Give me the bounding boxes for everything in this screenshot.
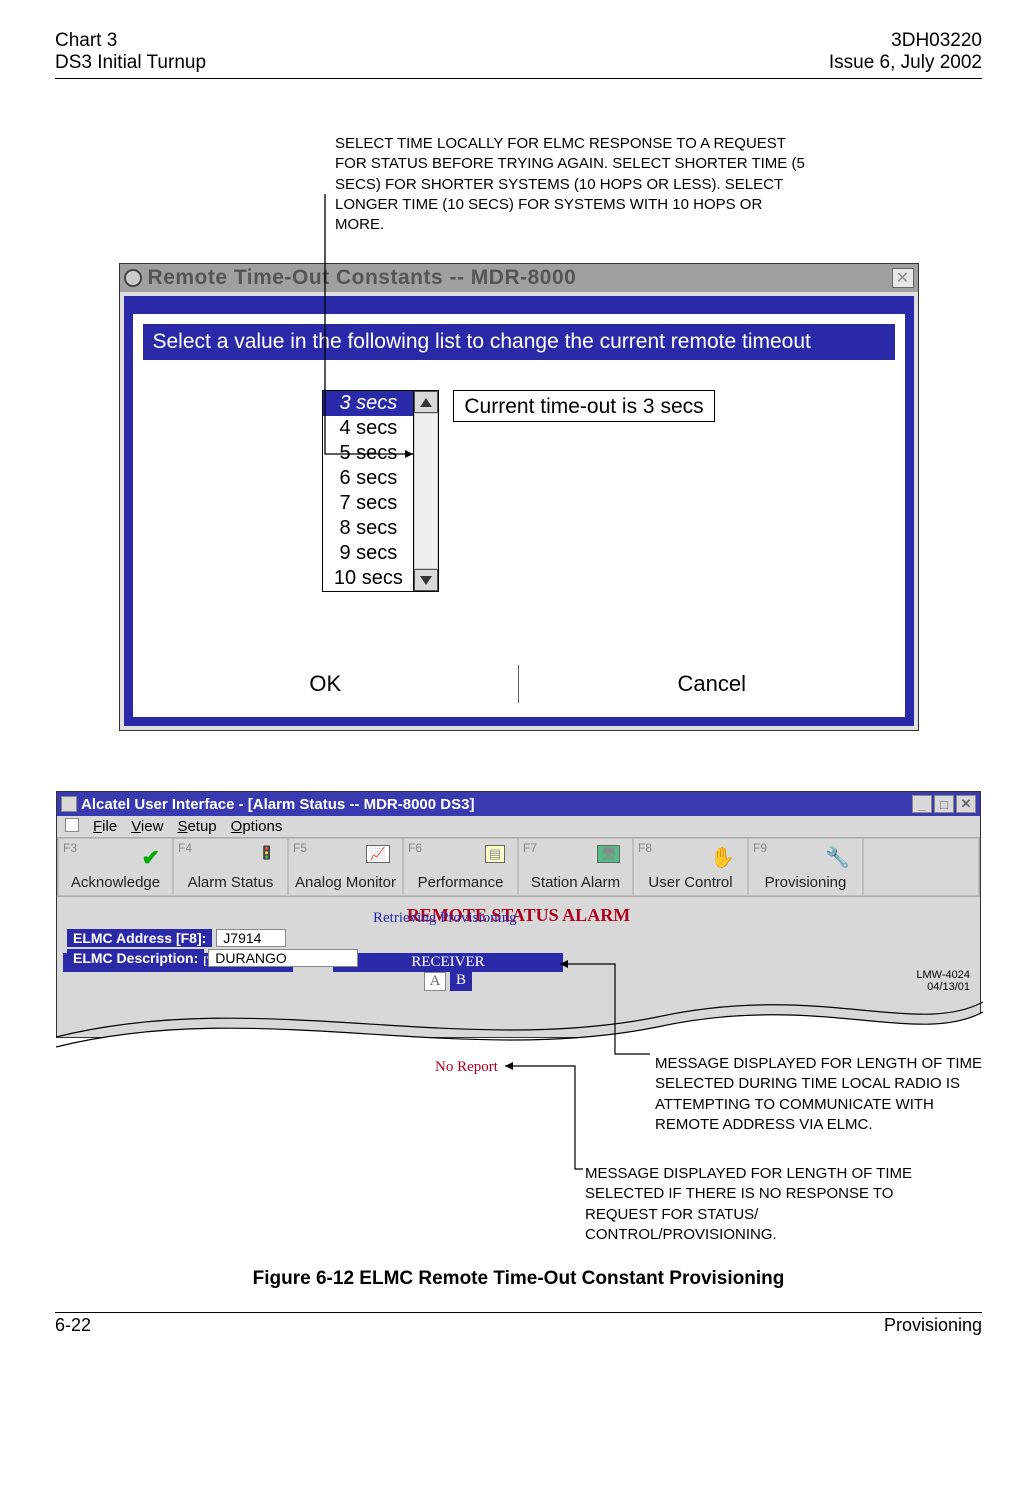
menu-options[interactable]: Options <box>231 818 283 835</box>
alcatel-title: Alcatel User Interface - [Alarm Status -… <box>81 796 474 813</box>
header-subtitle: DS3 Initial Turnup <box>55 52 206 74</box>
menu-view[interactable]: View <box>131 818 163 835</box>
timeout-option-7[interactable]: 7 secs <box>323 491 413 516</box>
traffic-light-icon: 🚦 <box>259 845 275 861</box>
tb-acknowledge[interactable]: F3 ✔ Acknowledge <box>58 838 173 896</box>
menu-setup[interactable]: Setup <box>177 818 216 835</box>
tb-station-alarm[interactable]: F7 🖥 Station Alarm <box>518 838 633 896</box>
page-footer: 6-22 Provisioning <box>55 1312 982 1336</box>
timeout-option-3[interactable]: 3 secs <box>323 391 413 416</box>
timeout-option-10[interactable]: 10 secs <box>323 566 413 591</box>
triangle-up-icon <box>420 398 432 407</box>
close-window-icon[interactable]: ✕ <box>956 795 976 813</box>
annotation-right: MESSAGE DISPLAYED FOR LENGTH OF TIME SEL… <box>655 1054 995 1135</box>
footer-page: 6-22 <box>55 1315 91 1336</box>
timeout-option-5[interactable]: 5 secs <box>323 441 413 466</box>
timeout-dialog-title: Remote Time-Out Constants -- MDR-8000 <box>148 266 892 290</box>
callout-top-text: SELECT TIME LOCALLY FOR ELMC RESPONSE TO… <box>335 134 805 235</box>
menu-file[interactable]: File <box>93 818 117 835</box>
elmc-address-value[interactable]: J7914 <box>216 929 286 947</box>
receiver-header: RECEIVER <box>333 953 563 972</box>
current-timeout-label: Current time-out is 3 secs <box>453 390 714 422</box>
header-chart: Chart 3 <box>55 30 206 52</box>
tb-user-control[interactable]: F8 ✋ User Control <box>633 838 748 896</box>
footer-section: Provisioning <box>884 1315 982 1336</box>
timeout-option-4[interactable]: 4 secs <box>323 416 413 441</box>
figure-caption: Figure 6-12 ELMC Remote Time-Out Constan… <box>55 1268 982 1290</box>
monitor-icon: 🖥 <box>597 845 620 863</box>
page-header: Chart 3 DS3 Initial Turnup 3DH03220 Issu… <box>55 30 982 79</box>
header-docnum: 3DH03220 <box>829 30 982 52</box>
maximize-icon[interactable]: □ <box>934 795 954 813</box>
elmc-address-label: ELMC Address [F8]: <box>67 929 212 947</box>
wrench-icon: 🔧 <box>825 845 850 870</box>
timeout-listbox[interactable]: 3 secs 4 secs 5 secs 6 secs 7 secs 8 sec… <box>323 391 413 591</box>
tb-performance[interactable]: F6 ▤ Performance <box>403 838 518 896</box>
table-icon: ▤ <box>485 845 505 863</box>
retrieving-text: Retrieving Provisioning <box>373 910 974 927</box>
check-icon: ✔ <box>142 845 160 871</box>
chart-icon: 📈 <box>366 845 390 863</box>
timeout-option-9[interactable]: 9 secs <box>323 541 413 566</box>
triangle-down-icon <box>420 576 432 585</box>
timeout-instruction: Select a value in the following list to … <box>143 324 895 360</box>
scroll-track[interactable] <box>414 413 438 569</box>
no-report-text: No Report <box>435 1059 498 1076</box>
menubar: File View Setup Options <box>57 816 980 837</box>
alcatel-window: Alcatel User Interface - [Alarm Status -… <box>56 791 981 1038</box>
elmc-desc-label: ELMC Description: <box>67 949 204 967</box>
scroll-up-button[interactable] <box>414 391 438 413</box>
toolbar: F3 ✔ Acknowledge F4 🚦 Alarm Status F5 📈 … <box>57 837 980 897</box>
timeout-option-8[interactable]: 8 secs <box>323 516 413 541</box>
minimize-icon[interactable]: _ <box>912 795 932 813</box>
scroll-down-button[interactable] <box>414 569 438 591</box>
close-icon[interactable]: ✕ <box>892 268 914 288</box>
ok-button[interactable]: OK <box>133 665 520 703</box>
cancel-button[interactable]: Cancel <box>519 665 905 703</box>
app-icon <box>61 796 77 812</box>
elmc-desc-value[interactable]: DURANGO <box>208 949 358 967</box>
header-issue: Issue 6, July 2002 <box>829 52 982 74</box>
annotation-bottom: MESSAGE DISPLAYED FOR LENGTH OF TIME SEL… <box>585 1164 915 1245</box>
hand-icon: ✋ <box>710 845 735 870</box>
timeout-dialog: Remote Time-Out Constants -- MDR-8000 ✕ … <box>119 263 919 731</box>
doc-icon <box>65 818 79 832</box>
tb-provisioning[interactable]: F9 🔧 Provisioning <box>748 838 863 896</box>
clock-icon <box>124 269 142 287</box>
tb-alarm-status[interactable]: F4 🚦 Alarm Status <box>173 838 288 896</box>
timeout-option-6[interactable]: 6 secs <box>323 466 413 491</box>
tb-analog-monitor[interactable]: F5 📈 Analog Monitor <box>288 838 403 896</box>
